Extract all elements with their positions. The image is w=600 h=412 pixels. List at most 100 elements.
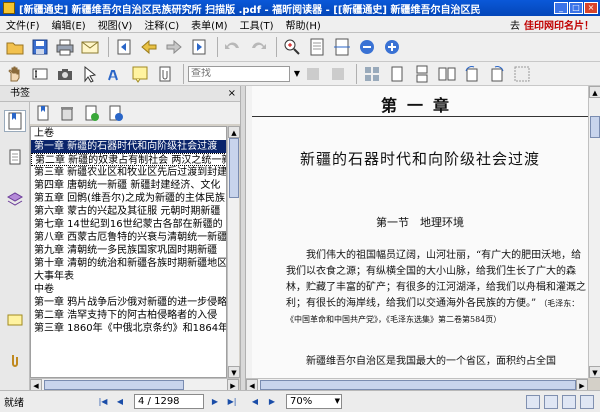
next-page-icon[interactable]: [163, 36, 185, 58]
thumbnail-view-icon[interactable]: [361, 63, 383, 85]
next-page-button-icon[interactable]: ▶: [208, 395, 222, 409]
promo-text: 佳印网印名片！: [524, 20, 594, 32]
menu-form[interactable]: 表单(M): [185, 17, 233, 32]
minimize-button[interactable]: _: [554, 2, 568, 14]
scroll-thumb[interactable]: [590, 116, 600, 138]
zoom-select[interactable]: 70% ▼: [286, 394, 342, 409]
facing-view-icon[interactable]: [562, 394, 576, 409]
promo-link[interactable]: 去 佳印网印名片！: [510, 17, 594, 32]
snapshot-icon[interactable]: [54, 63, 76, 85]
find-next-icon[interactable]: [327, 63, 349, 85]
menu-tools[interactable]: 工具(T): [234, 17, 280, 32]
scroll-down-icon[interactable]: ▼: [228, 366, 240, 378]
hand-tool-icon[interactable]: [4, 63, 26, 85]
zoom-options-icon[interactable]: [381, 36, 403, 58]
document-horizontal-scrollbar[interactable]: ◀ ▶: [246, 378, 588, 391]
fit-width-icon[interactable]: [331, 36, 353, 58]
close-icon[interactable]: ×: [228, 86, 236, 102]
open-folder-icon[interactable]: [4, 36, 26, 58]
previous-page-icon[interactable]: [138, 36, 160, 58]
zoom-value: 70%: [290, 396, 313, 407]
fit-page-icon[interactable]: [306, 36, 328, 58]
menu-edit[interactable]: 编辑(E): [46, 17, 92, 32]
bookmark-item[interactable]: 大事年表: [31, 270, 226, 283]
bookmark-item-selected[interactable]: 第一章 新疆的石器时代和向阶级社会过渡: [31, 140, 226, 153]
first-page-icon[interactable]: [113, 36, 135, 58]
save-icon[interactable]: [29, 36, 51, 58]
grid-icon[interactable]: [511, 63, 533, 85]
rotate-right-icon[interactable]: [486, 63, 508, 85]
scroll-thumb[interactable]: [44, 380, 184, 390]
zoom-in-icon[interactable]: [281, 36, 303, 58]
new-bookmark-icon[interactable]: [34, 104, 52, 122]
typewriter-icon[interactable]: [104, 63, 126, 85]
bookmark-item[interactable]: 第十章 清朝的统治和新疆各族时期新疆地区: [31, 257, 226, 270]
last-page-icon[interactable]: [188, 36, 210, 58]
page-number-field[interactable]: 4 / 1298: [134, 394, 204, 409]
find-previous-icon[interactable]: [302, 63, 324, 85]
layers-tab-icon[interactable]: [4, 188, 26, 210]
history-back-icon[interactable]: ◀: [248, 395, 262, 409]
bookmark-item[interactable]: 中卷: [31, 283, 226, 296]
history-forward-icon[interactable]: ▶: [265, 395, 279, 409]
scroll-down-icon[interactable]: ▼: [589, 366, 600, 378]
close-window-button[interactable]: ×: [584, 2, 598, 14]
continuous-view-icon[interactable]: [544, 394, 558, 409]
first-page-button-icon[interactable]: |◀: [96, 395, 110, 409]
scroll-up-icon[interactable]: ▲: [589, 86, 600, 98]
bookmark-item[interactable]: 第三章 1860年《中俄北京条约》和1864年: [31, 322, 226, 335]
bookmark-item[interactable]: 第五章 回鹘(维吾尔)之成为新疆的主体民族: [31, 192, 226, 205]
scroll-thumb[interactable]: [260, 380, 576, 390]
search-input[interactable]: [188, 65, 290, 82]
comments-tab-icon[interactable]: [4, 310, 26, 332]
single-page-view-icon[interactable]: [526, 394, 540, 409]
print-icon[interactable]: [54, 36, 76, 58]
bookmarks-tab-icon[interactable]: [4, 110, 26, 132]
facing-page-icon[interactable]: [436, 63, 458, 85]
chapter-rule: [252, 116, 588, 117]
bookmark-item[interactable]: 第六章 蒙古的兴起及其征服 元朝时期新疆: [31, 205, 226, 218]
delete-bookmark-icon[interactable]: [58, 104, 76, 122]
bookmark-item[interactable]: 第二章 新疆的奴隶占有制社会 两汉之统一新疆: [31, 153, 226, 166]
menu-file[interactable]: 文件(F): [0, 17, 46, 32]
bookmark-item[interactable]: 第一章 鸦片战争后沙俄对新疆的进一步侵略: [31, 296, 226, 309]
bookmark-horizontal-scrollbar[interactable]: ◀ ▶: [30, 378, 239, 391]
toolbar-separator: [217, 37, 218, 57]
attachments-tab-icon[interactable]: [4, 350, 26, 372]
chevron-down-icon[interactable]: ▼: [292, 66, 302, 82]
forward-icon[interactable]: [247, 36, 269, 58]
email-icon[interactable]: [79, 36, 101, 58]
select-text-icon[interactable]: [29, 63, 51, 85]
last-page-button-icon[interactable]: ▶|: [225, 395, 239, 409]
continuous-page-icon[interactable]: [411, 63, 433, 85]
back-icon[interactable]: [222, 36, 244, 58]
scroll-thumb[interactable]: [229, 138, 239, 198]
scroll-up-icon[interactable]: ▲: [228, 126, 240, 138]
body-paragraph: 我们伟大的祖国幅员辽阔，山河壮丽，“有广大的肥田沃地，给我们以衣食之源；有纵横全…: [286, 248, 586, 328]
search-field[interactable]: [191, 67, 287, 79]
bookmark-item[interactable]: 第二章 浩罕支持下的阿古柏侵略者的入侵: [31, 309, 226, 322]
continuous-facing-view-icon[interactable]: [580, 394, 594, 409]
zoom-out-icon[interactable]: [356, 36, 378, 58]
bookmark-vertical-scrollbar[interactable]: ▲ ▼: [227, 126, 240, 378]
pointer-icon[interactable]: [79, 63, 101, 85]
attachment-icon[interactable]: [154, 63, 176, 85]
prev-page-button-icon[interactable]: ◀: [113, 395, 127, 409]
bookmark-item[interactable]: 上卷: [31, 127, 226, 140]
expand-bookmark-icon[interactable]: [82, 104, 100, 122]
maximize-button[interactable]: □: [569, 2, 583, 14]
pages-tab-icon[interactable]: [4, 146, 26, 168]
menu-help[interactable]: 帮助(H): [280, 17, 327, 32]
menu-comment[interactable]: 注释(C): [138, 17, 185, 32]
bookmark-item[interactable]: 第四章 唐朝统一新疆 新疆封建经济、文化: [31, 179, 226, 192]
menu-view[interactable]: 视图(V): [92, 17, 139, 32]
bookmark-options-icon[interactable]: [106, 104, 124, 122]
single-page-icon[interactable]: [386, 63, 408, 85]
note-icon[interactable]: [129, 63, 151, 85]
bookmark-item[interactable]: 第七章 14世纪到16世纪蒙古各部在新疆的: [31, 218, 226, 231]
bookmark-item[interactable]: 第八章 西蒙古厄鲁特的兴衰与清朝统一新疆: [31, 231, 226, 244]
bookmark-item[interactable]: 第三章 新疆农业区和牧业区先后过渡到封建: [31, 166, 226, 179]
bookmark-item[interactable]: 第九章 清朝统一多民族国家巩固时期新疆: [31, 244, 226, 257]
rotate-left-icon[interactable]: [461, 63, 483, 85]
document-vertical-scrollbar[interactable]: ▲ ▼: [588, 86, 600, 378]
